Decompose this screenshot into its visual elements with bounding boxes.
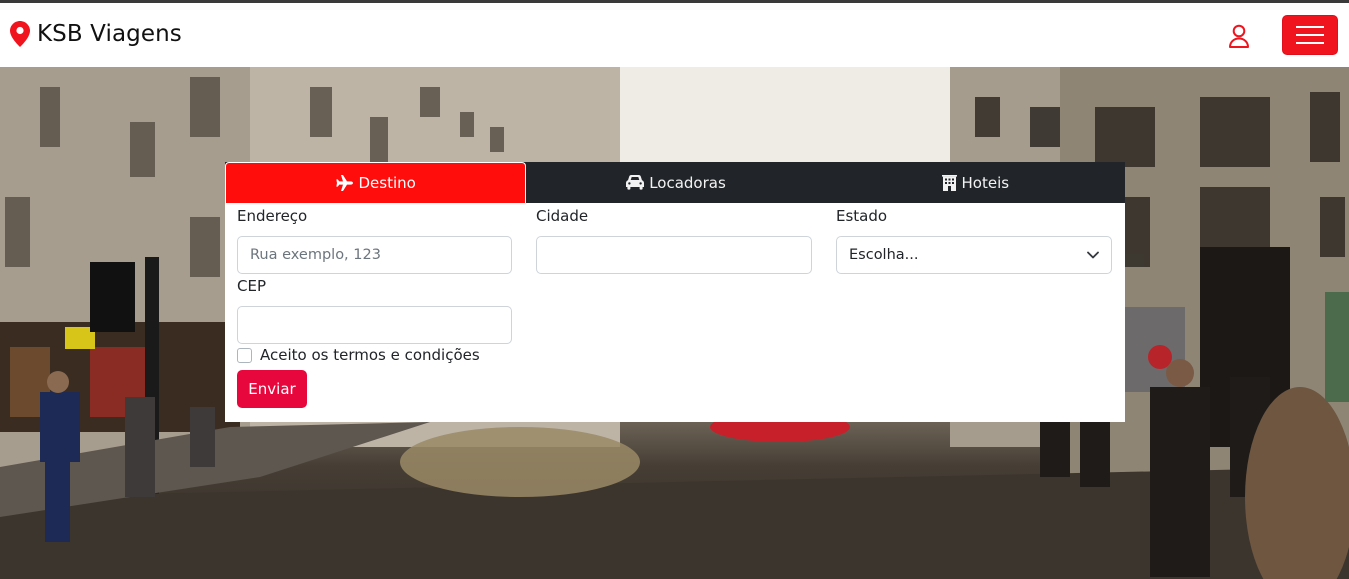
- building-icon: [941, 174, 957, 191]
- state-select[interactable]: Escolha...: [836, 236, 1112, 274]
- terms-label: Aceito os termos e condições: [260, 346, 480, 364]
- brand-link[interactable]: KSB Viagens: [10, 19, 182, 49]
- cep-input[interactable]: [237, 306, 512, 344]
- tab-label: Locadoras: [649, 173, 726, 192]
- cep-label: CEP: [237, 277, 266, 295]
- menu-toggle-button[interactable]: [1282, 15, 1338, 55]
- navbar: KSB Viagens: [0, 3, 1349, 67]
- tab-label: Hoteis: [961, 173, 1010, 192]
- city-label: Cidade: [536, 207, 589, 225]
- chevron-down-icon: [1087, 251, 1099, 259]
- brand-name: KSB Viagens: [37, 21, 182, 47]
- city-input[interactable]: [536, 236, 812, 274]
- address-input[interactable]: [237, 236, 512, 274]
- terms-row: Aceito os termos e condições: [237, 346, 480, 364]
- submit-button[interactable]: Enviar: [237, 370, 307, 408]
- search-panel: Destino Locadoras Hoteis Endereço Rua ex…: [225, 162, 1125, 422]
- terms-checkbox[interactable]: [237, 347, 252, 363]
- hamburger-icon: [1296, 26, 1324, 44]
- tab-bar: Destino Locadoras Hoteis: [225, 162, 1125, 203]
- destino-form: Endereço Cidade Estado Escolha... CEP Ac…: [225, 203, 1125, 422]
- tab-destino[interactable]: Destino: [225, 162, 527, 203]
- address-label: Endereço: [237, 207, 308, 225]
- user-account-button[interactable]: [1226, 22, 1252, 50]
- state-label: Estado: [836, 207, 888, 225]
- user-icon: [1229, 24, 1249, 48]
- tab-label: Destino: [358, 174, 416, 192]
- car-icon: [626, 175, 645, 190]
- tab-hoteis[interactable]: Hoteis: [826, 162, 1125, 203]
- state-selected-value: Escolha...: [849, 247, 919, 263]
- tab-locadoras[interactable]: Locadoras: [526, 162, 825, 203]
- map-pin-icon: [10, 21, 30, 47]
- plane-icon: [335, 175, 353, 191]
